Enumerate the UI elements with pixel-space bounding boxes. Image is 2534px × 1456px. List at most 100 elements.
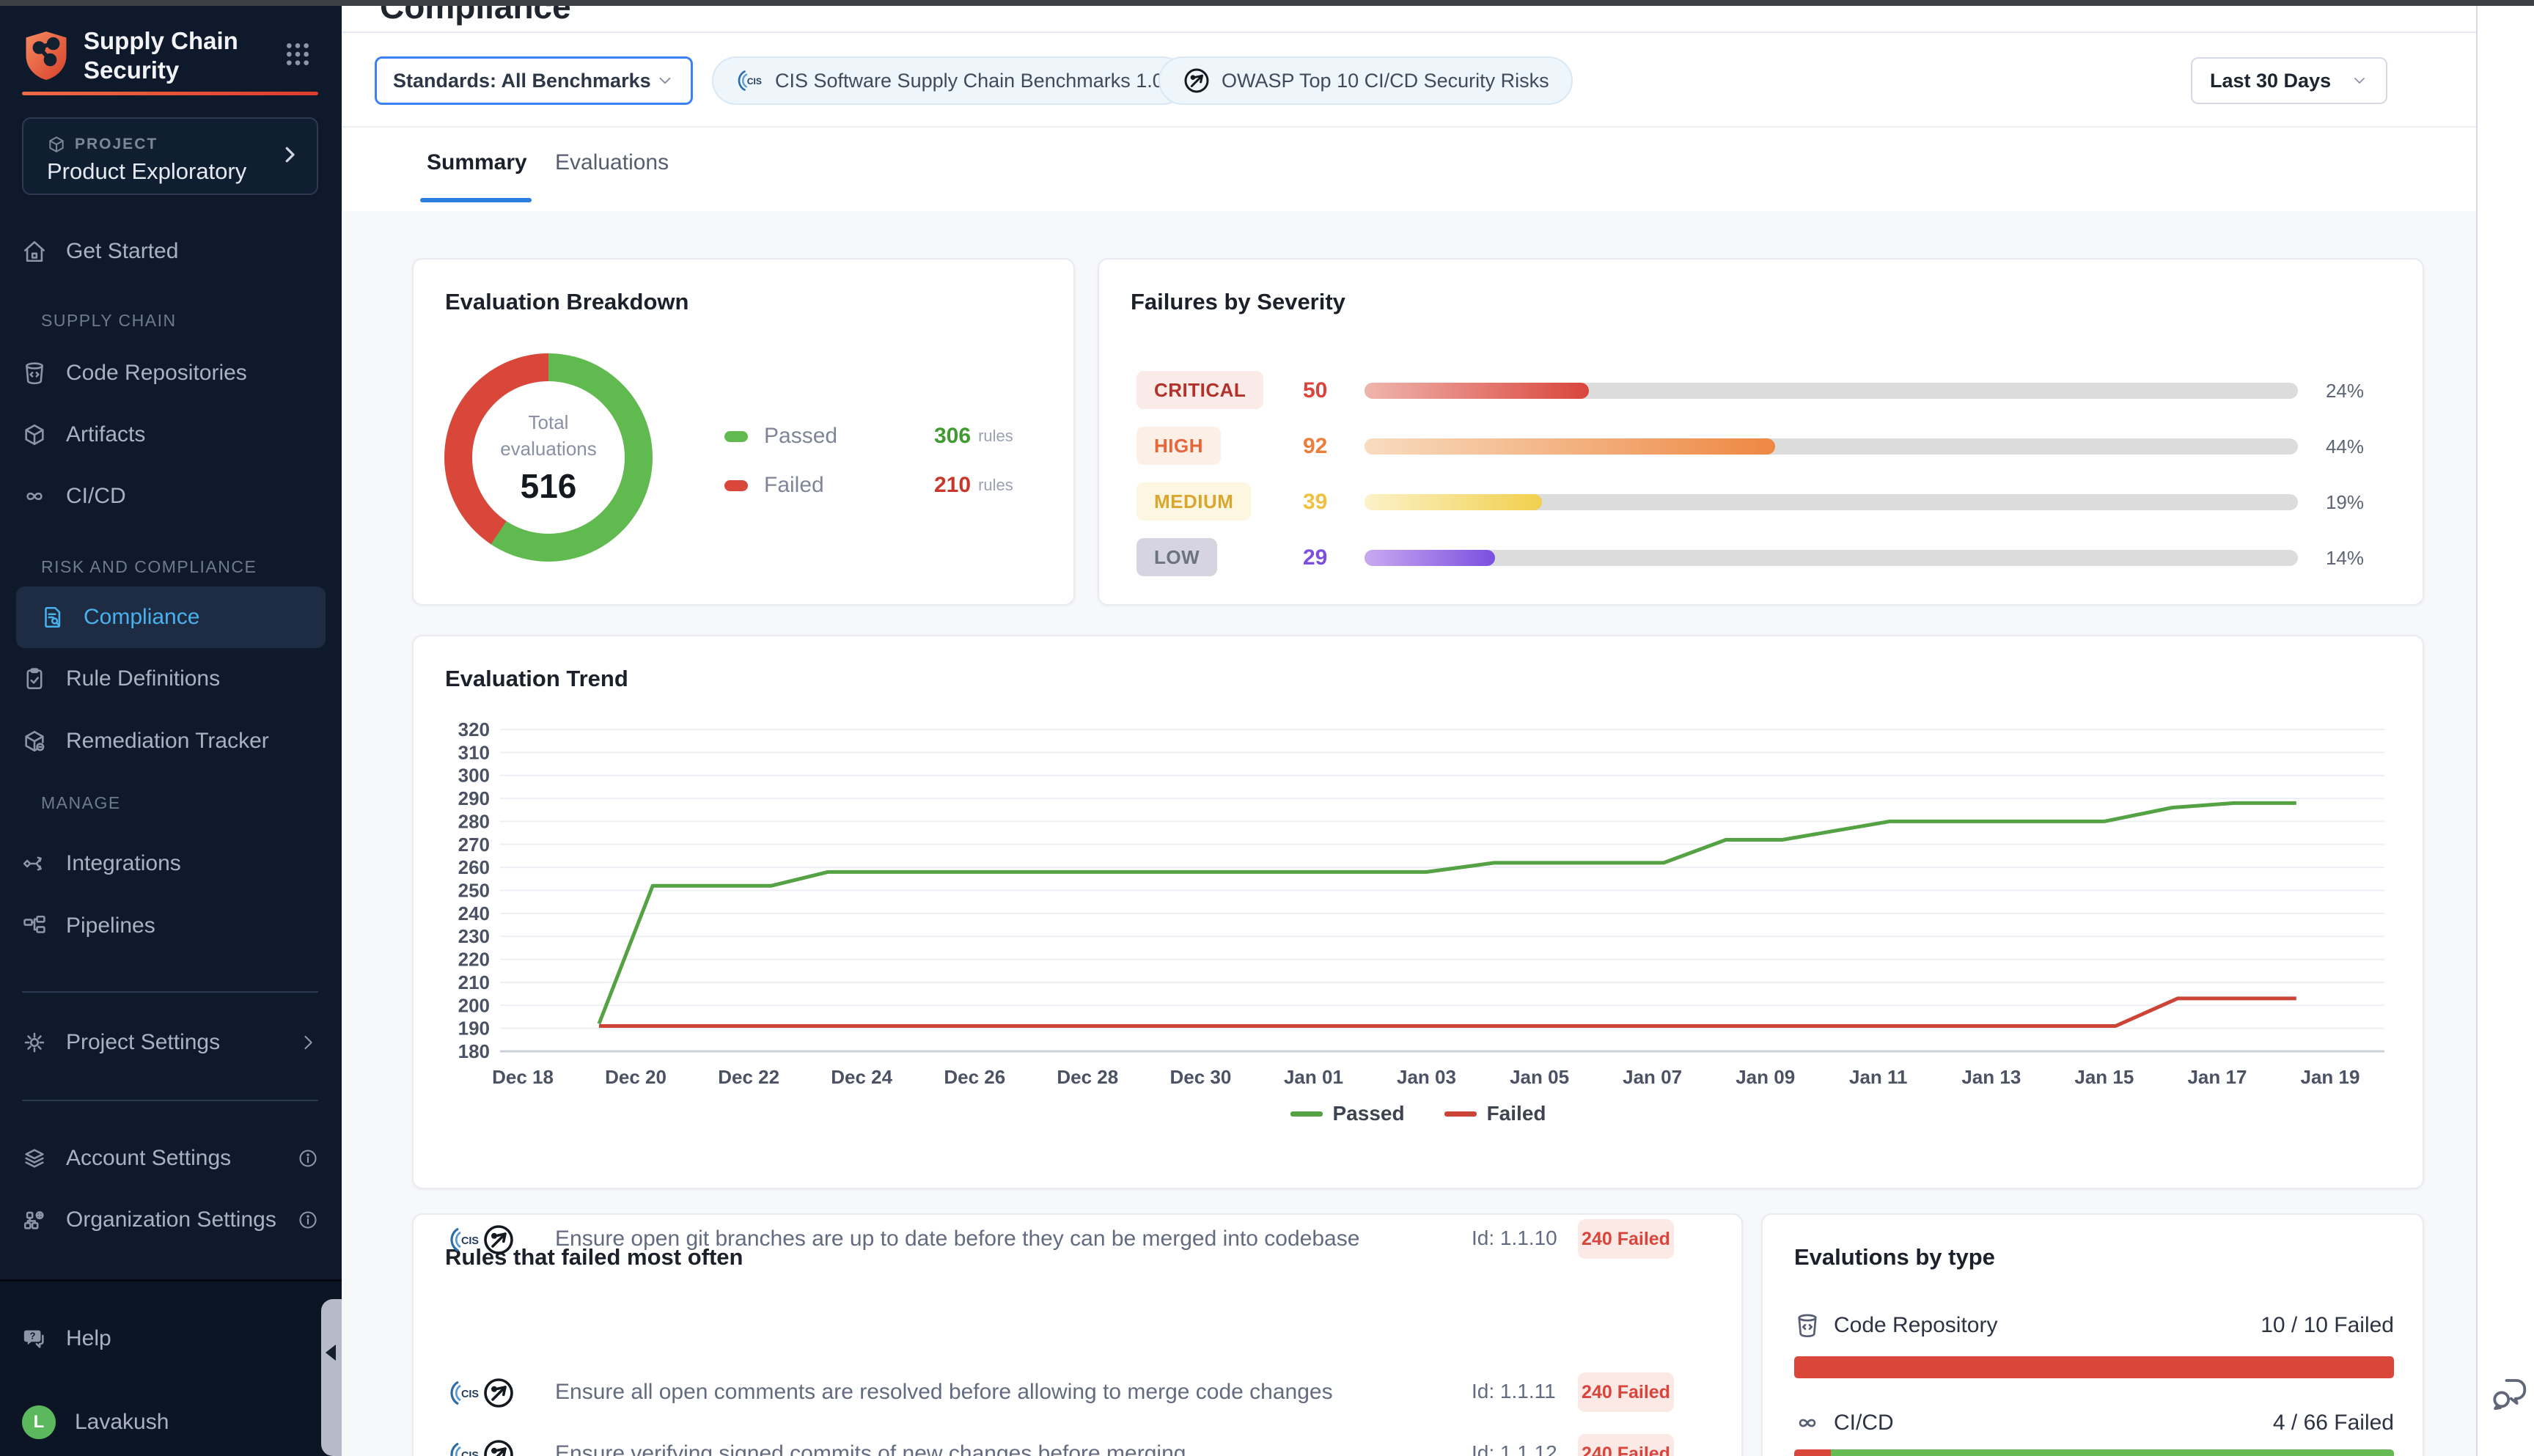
svg-text:260: 260 xyxy=(458,856,490,878)
severity-bar-fill xyxy=(1365,438,1775,455)
severity-row-high: HIGH 92 44% xyxy=(1099,425,2423,469)
svg-text:CIS: CIS xyxy=(461,1450,479,1456)
cis-logo-icon: CIS xyxy=(735,66,765,95)
info-icon[interactable] xyxy=(298,1148,318,1169)
svg-text:Dec 26: Dec 26 xyxy=(944,1066,1005,1088)
sidebar-item-label: Code Repositories xyxy=(66,361,247,386)
sidebar-item-rule-definitions[interactable]: Rule Definitions xyxy=(22,656,318,702)
date-range-dropdown[interactable]: Last 30 Days xyxy=(2191,57,2387,104)
compliance-doc-icon xyxy=(40,605,65,630)
rule-description: Ensure open git branches are up to date … xyxy=(555,1227,1359,1251)
standards-filter-dropdown[interactable]: Standards: All Benchmarks xyxy=(375,56,693,105)
legend-label: Passed xyxy=(1333,1102,1405,1125)
sidebar-item-organization-settings[interactable]: Organization Settings xyxy=(22,1197,318,1243)
svg-text:230: 230 xyxy=(458,925,490,947)
sidebar-item-label: Pipelines xyxy=(66,913,155,938)
svg-text:Jan 11: Jan 11 xyxy=(1849,1066,1908,1088)
sidebar-item-help[interactable]: ? Help xyxy=(22,1316,318,1361)
rule-description: Ensure verifying signed commits of new c… xyxy=(555,1441,1186,1456)
sidebar-item-label: Account Settings xyxy=(66,1146,231,1171)
rule-id: Id: 1.1.12 xyxy=(1472,1441,1557,1456)
chevron-down-icon xyxy=(2351,72,2368,89)
rule-row[interactable]: CIS Ensure all open comments are resolve… xyxy=(414,1368,1741,1419)
svg-text:CIS: CIS xyxy=(461,1235,479,1247)
owasp-logo-icon xyxy=(481,1222,516,1257)
type-bar-code-repository xyxy=(1794,1356,2394,1378)
sidebar-item-integrations[interactable]: Integrations xyxy=(22,841,318,886)
card-title: Failures by Severity xyxy=(1131,289,1345,315)
card-title: Evaluation Breakdown xyxy=(445,289,688,315)
svg-text:280: 280 xyxy=(458,810,490,832)
help-chat-icon: ? xyxy=(22,1326,47,1351)
sidebar-collapse-handle[interactable] xyxy=(321,1299,342,1456)
sidebar-item-remediation-tracker[interactable]: Remediation Tracker xyxy=(22,718,318,764)
sidebar-item-get-started[interactable]: Get Started xyxy=(22,229,318,274)
severity-percent: 19% xyxy=(2309,491,2364,514)
code-repository-icon xyxy=(1794,1312,1821,1339)
tab-evaluations[interactable]: Evaluations xyxy=(555,150,669,191)
trend-legend: Passed Failed xyxy=(414,1102,2423,1125)
box-icon xyxy=(22,422,47,447)
legend-label: Failed xyxy=(764,473,881,498)
svg-text:220: 220 xyxy=(458,949,490,971)
pipelines-icon xyxy=(22,913,47,938)
svg-text:Dec 24: Dec 24 xyxy=(831,1066,892,1088)
severity-bar-track xyxy=(1365,438,2298,455)
severity-count: 50 xyxy=(1303,378,1327,403)
trend-legend-passed: Passed xyxy=(1290,1102,1405,1125)
legend-label: Passed xyxy=(764,424,881,449)
sidebar-item-compliance[interactable]: Compliance xyxy=(16,587,326,648)
sidebar-item-cicd[interactable]: CI/CD xyxy=(22,474,318,519)
legend-label: Failed xyxy=(1487,1102,1546,1125)
severity-badge: MEDIUM xyxy=(1136,482,1251,521)
rule-row[interactable]: CIS Ensure verifying signed commits of n… xyxy=(414,1430,1741,1456)
sidebar-item-label: Organization Settings xyxy=(66,1207,276,1232)
sidebar-user[interactable]: L Lavakush xyxy=(22,1400,318,1445)
tab-summary[interactable]: Summary xyxy=(427,150,527,191)
clipboard-check-icon xyxy=(22,666,47,691)
severity-badge: HIGH xyxy=(1136,427,1221,465)
user-name: Lavakush xyxy=(75,1410,169,1435)
failed-line-swatch xyxy=(1444,1111,1477,1117)
rule-row[interactable]: CIS Ensure open git branches are up to d… xyxy=(414,1215,1741,1266)
severity-count: 29 xyxy=(1303,545,1327,570)
card-title: Evalutions by type xyxy=(1794,1244,1995,1271)
sidebar-item-project-settings[interactable]: Project Settings xyxy=(22,1020,318,1065)
svg-text:?: ? xyxy=(30,1331,36,1342)
sidebar-item-account-settings[interactable]: Account Settings xyxy=(22,1136,318,1181)
app-grid-icon[interactable] xyxy=(283,40,312,69)
sidebar-item-artifacts[interactable]: Artifacts xyxy=(22,412,318,457)
project-name: Product Exploratory xyxy=(47,158,246,185)
chevron-right-icon xyxy=(298,1032,318,1053)
type-label: CI/CD xyxy=(1834,1411,1894,1435)
svg-text:290: 290 xyxy=(458,787,490,809)
shield-logo-icon xyxy=(22,29,70,83)
info-icon[interactable] xyxy=(298,1210,318,1230)
project-selector[interactable]: PROJECT Product Exploratory xyxy=(22,117,318,195)
failed-count-badge: 240 Failed xyxy=(1578,1219,1674,1259)
severity-row-medium: MEDIUM 39 19% xyxy=(1099,481,2423,525)
svg-text:Dec 30: Dec 30 xyxy=(1169,1066,1231,1088)
svg-text:CIS: CIS xyxy=(747,76,762,87)
rule-id: Id: 1.1.10 xyxy=(1472,1227,1557,1250)
infinity-icon xyxy=(1794,1410,1821,1436)
card-failures-by-severity: Failures by Severity CRITICAL 50 24% HIG… xyxy=(1098,258,2424,606)
chip-cis-benchmark[interactable]: CIS CIS Software Supply Chain Benchmarks… xyxy=(712,56,1187,105)
sidebar-item-code-repositories[interactable]: Code Repositories xyxy=(22,350,318,396)
code-repository-icon xyxy=(22,361,47,386)
trend-line-chart: 1801902002102202302402502602702802903003… xyxy=(414,636,2425,1098)
rule-id: Id: 1.1.11 xyxy=(1472,1380,1556,1403)
owasp-logo-icon xyxy=(481,1437,516,1456)
project-label: PROJECT xyxy=(75,136,158,153)
svg-text:250: 250 xyxy=(458,880,490,902)
chevron-right-icon xyxy=(279,144,301,166)
sidebar-footer: ? Help L Lavakush xyxy=(0,1279,342,1456)
svg-text:210: 210 xyxy=(458,971,490,993)
severity-count: 39 xyxy=(1303,490,1327,515)
infinity-icon xyxy=(22,484,47,509)
chat-support-icon[interactable] xyxy=(2490,1374,2530,1413)
chip-owasp-top10[interactable]: OWASP Top 10 CI/CD Security Risks xyxy=(1158,56,1573,105)
sidebar-item-pipelines[interactable]: Pipelines xyxy=(22,903,318,949)
sidebar-item-label: Remediation Tracker xyxy=(66,729,269,754)
sidebar-item-label: Help xyxy=(66,1326,111,1351)
